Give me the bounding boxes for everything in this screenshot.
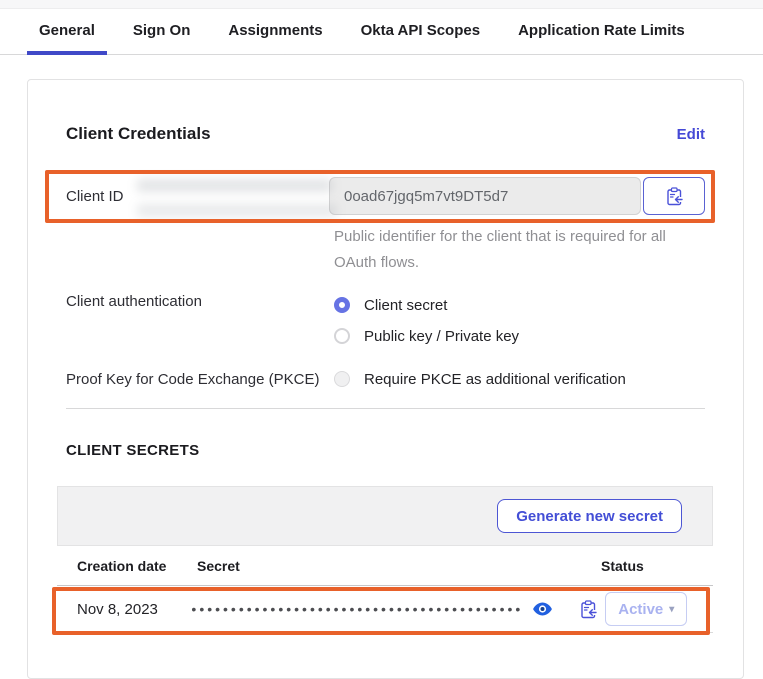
client-id-help-text: Public identifier for the client that is… (334, 224, 669, 276)
client-authentication-options: Client secret Public key / Private key (334, 293, 519, 348)
pkce-row: Proof Key for Code Exchange (PKCE) Requi… (66, 366, 705, 392)
app-tabbar: General Sign On Assignments Okta API Sco… (0, 9, 763, 55)
tab-general[interactable]: General (27, 9, 107, 55)
section-divider (66, 408, 705, 409)
option-require-pkce: Require PKCE as additional verification (334, 367, 626, 391)
option-public-private-key-label: Public key / Private key (364, 328, 519, 345)
client-secrets-table: Generate new secret Creation date Secret… (57, 486, 713, 633)
option-require-pkce-label: Require PKCE as additional verification (364, 371, 626, 388)
copy-client-id-button[interactable] (643, 177, 705, 215)
caret-down-icon: ▾ (669, 604, 674, 615)
clipboard-copy-icon (580, 600, 597, 619)
status-dropdown-button[interactable]: Active ▾ (605, 592, 687, 626)
copy-secret-button[interactable] (580, 600, 597, 619)
client-id-row: Client ID (66, 170, 705, 222)
edit-link[interactable]: Edit (677, 126, 705, 143)
client-credentials-header: Client Credentials Edit (66, 124, 705, 144)
masked-secret-value: ••••••••••••••••••••••••••••••••••••••••… (191, 601, 523, 617)
page-top-strip (0, 0, 763, 9)
column-header-secret: Secret (197, 558, 593, 574)
option-client-secret-label: Client secret (364, 297, 447, 314)
table-row: Nov 8, 2023 ••••••••••••••••••••••••••••… (57, 586, 713, 633)
eye-icon (533, 602, 552, 616)
reveal-secret-button[interactable] (533, 602, 552, 616)
cell-status: Active ▾ (597, 592, 693, 626)
client-credentials-card: Client Credentials Edit Client ID Public… (27, 79, 744, 679)
option-client-secret: Client secret (334, 293, 519, 317)
tab-assignments[interactable]: Assignments (216, 9, 334, 55)
tab-sign-on[interactable]: Sign On (121, 9, 203, 55)
client-id-input (329, 177, 641, 215)
radio-client-secret[interactable] (334, 297, 350, 313)
tab-application-rate-limits[interactable]: Application Rate Limits (506, 9, 697, 55)
cell-creation-date: Nov 8, 2023 (77, 601, 191, 618)
section-title-client-secrets: CLIENT SECRETS (66, 442, 705, 460)
status-label: Active (618, 601, 663, 618)
cell-secret: ••••••••••••••••••••••••••••••••••••••••… (191, 600, 597, 619)
client-authentication-label: Client authentication (66, 293, 334, 348)
client-authentication-row: Client authentication Client secret Publ… (66, 293, 705, 348)
checkbox-require-pkce[interactable] (334, 371, 350, 387)
column-header-status: Status (593, 558, 693, 574)
radio-public-private-key[interactable] (334, 328, 350, 344)
section-title-client-credentials: Client Credentials (66, 124, 211, 144)
clipboard-copy-icon (666, 187, 683, 206)
client-secrets-toolbar: Generate new secret (57, 486, 713, 546)
pkce-label: Proof Key for Code Exchange (PKCE) (66, 371, 334, 388)
option-public-private-key: Public key / Private key (334, 324, 519, 348)
table-header-row: Creation date Secret Status (57, 546, 713, 586)
column-header-creation-date: Creation date (77, 558, 197, 574)
tab-okta-api-scopes[interactable]: Okta API Scopes (349, 9, 493, 55)
generate-new-secret-button[interactable]: Generate new secret (497, 499, 682, 533)
client-id-value-group (329, 177, 705, 215)
client-id-label: Client ID (66, 188, 329, 205)
